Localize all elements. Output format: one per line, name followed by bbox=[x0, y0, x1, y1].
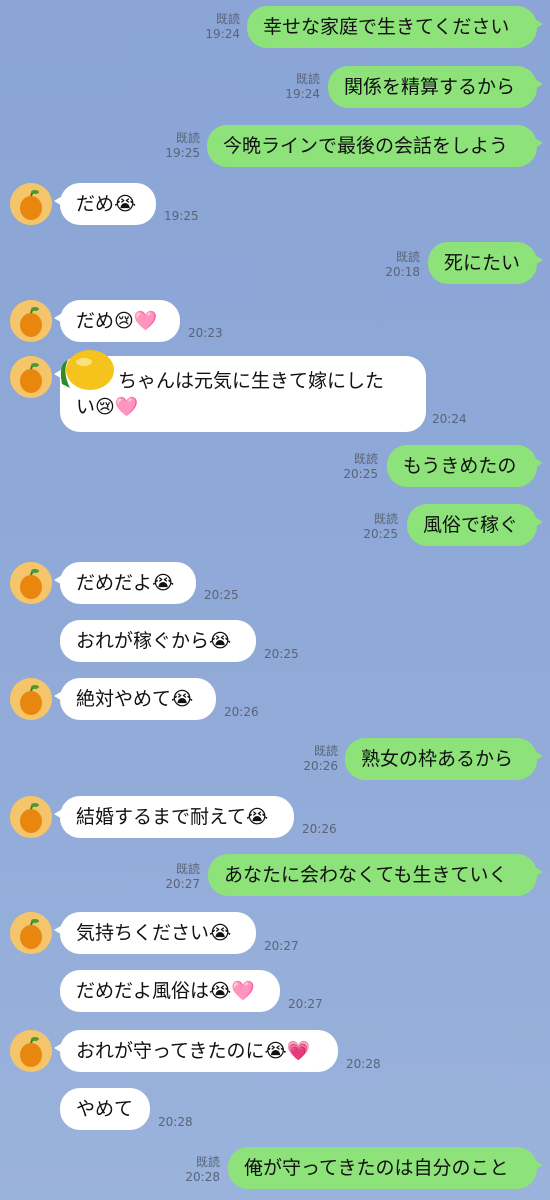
message-text: 気持ちください😭 bbox=[76, 922, 232, 944]
message-bubble-outgoing[interactable]: 幸せな家庭で生きてください bbox=[247, 6, 543, 48]
avatar[interactable] bbox=[10, 183, 52, 225]
timestamp: 20:18 bbox=[385, 265, 420, 279]
avatar[interactable] bbox=[10, 912, 52, 954]
message-bubble-incoming[interactable]: 結婚するまで耐えて😭 bbox=[54, 796, 294, 838]
read-receipt: 既読 bbox=[175, 131, 200, 145]
timestamp: 19:24 bbox=[205, 27, 240, 41]
message-text: もうきめたの bbox=[403, 455, 517, 477]
timestamp: 20:28 bbox=[185, 1170, 220, 1184]
message-text: 熟女の枠あるから bbox=[361, 748, 514, 770]
message-bubble-incoming[interactable]: 気持ちください😭 bbox=[54, 912, 256, 954]
timestamp: 20:24 bbox=[432, 412, 467, 426]
timestamp: 20:26 bbox=[302, 822, 337, 836]
read-receipt: 既読 bbox=[195, 1155, 220, 1169]
message-bubble-outgoing[interactable]: 今晩ラインで最後の会話をしよう bbox=[207, 125, 543, 167]
message-text-line: い😢🩷 bbox=[76, 396, 139, 418]
message-text: 死にたい bbox=[444, 252, 521, 274]
message-text: 俺が守ってきたのは自分のこと bbox=[244, 1157, 509, 1179]
message-bubble-incoming[interactable]: だめ😭 bbox=[54, 183, 156, 225]
avatar[interactable] bbox=[10, 1030, 52, 1072]
avatar[interactable] bbox=[10, 796, 52, 838]
avatar[interactable] bbox=[10, 356, 52, 398]
message-text-line: ちゃんは元気に生きて嫁にした bbox=[118, 370, 385, 392]
message-text: だめだよ風俗は😭🩷 bbox=[76, 980, 255, 1002]
message-bubble-incoming[interactable]: おれが稼ぐから😭 bbox=[60, 620, 256, 662]
message-bubble-incoming[interactable]: おれが守ってきたのに😭💗 bbox=[54, 1030, 338, 1072]
timestamp: 20:25 bbox=[363, 527, 398, 541]
read-receipt: 既読 bbox=[353, 452, 378, 466]
timestamp: 20:27 bbox=[288, 997, 323, 1011]
chat-screen: { "messages": [ {"dir":"out","text":"幸せな… bbox=[0, 0, 550, 1200]
message-text: あなたに会わなくても生きていく bbox=[224, 864, 508, 886]
message-bubble-incoming[interactable]: やめて bbox=[60, 1088, 150, 1130]
avatar[interactable] bbox=[10, 300, 52, 342]
message-text: 幸せな家庭で生きてください bbox=[263, 16, 510, 38]
message-bubble-outgoing[interactable]: 死にたい bbox=[428, 242, 543, 284]
message-bubble-incoming[interactable]: だめ😢🩷 bbox=[54, 300, 180, 342]
timestamp: 20:28 bbox=[158, 1115, 193, 1129]
message-bubble-outgoing[interactable]: 熟女の枠あるから bbox=[345, 738, 543, 780]
read-receipt: 既読 bbox=[295, 72, 320, 86]
read-receipt: 既読 bbox=[313, 744, 338, 758]
message-bubble-outgoing[interactable]: 関係を精算するから bbox=[328, 66, 543, 108]
message-text: だめ😭 bbox=[76, 193, 137, 215]
message-text: 結婚するまで耐えて😭 bbox=[76, 806, 269, 828]
message-text: 絶対やめて😭 bbox=[76, 688, 194, 710]
message-bubble-incoming[interactable]: だめだよ風俗は😭🩷 bbox=[60, 970, 280, 1012]
message-bubble-outgoing[interactable]: あなたに会わなくても生きていく bbox=[208, 854, 543, 896]
message-text: 今晩ラインで最後の会話をしよう bbox=[223, 135, 509, 157]
timestamp: 20:25 bbox=[264, 647, 299, 661]
message-bubble-incoming[interactable]: だめだよ😭 bbox=[54, 562, 196, 604]
message-bubble-outgoing[interactable]: もうきめたの bbox=[387, 445, 543, 487]
avatar[interactable] bbox=[10, 562, 52, 604]
message-text: おれが守ってきたのに😭💗 bbox=[76, 1040, 311, 1062]
timestamp: 20:26 bbox=[303, 759, 338, 773]
timestamp: 20:28 bbox=[346, 1057, 381, 1071]
timestamp: 20:27 bbox=[264, 939, 299, 953]
timestamp: 20:26 bbox=[224, 705, 259, 719]
timestamp: 20:23 bbox=[188, 326, 223, 340]
message-bubble-incoming[interactable]: 絶対やめて😭 bbox=[54, 678, 216, 720]
timestamp: 20:27 bbox=[165, 877, 200, 891]
message-text: だめだよ😭 bbox=[76, 572, 175, 594]
read-receipt: 既読 bbox=[175, 862, 200, 876]
timestamp: 20:25 bbox=[204, 588, 239, 602]
message-bubble-outgoing[interactable]: 俺が守ってきたのは自分のこと bbox=[228, 1147, 543, 1189]
message-text: やめて bbox=[76, 1098, 134, 1120]
avatar[interactable] bbox=[10, 678, 52, 720]
timestamp: 20:25 bbox=[343, 467, 378, 481]
message-bubble-outgoing[interactable]: 風俗で稼ぐ bbox=[407, 504, 543, 546]
message-text: だめ😢🩷 bbox=[76, 310, 158, 332]
timestamp: 19:25 bbox=[165, 146, 200, 160]
message-text: 風俗で稼ぐ bbox=[423, 514, 519, 536]
read-receipt: 既読 bbox=[373, 512, 398, 526]
read-receipt: 既読 bbox=[215, 12, 240, 26]
timestamp: 19:24 bbox=[285, 87, 320, 101]
read-receipt: 既読 bbox=[395, 250, 420, 264]
message-text: 関係を精算するから bbox=[344, 76, 516, 98]
message-text: おれが稼ぐから😭 bbox=[76, 630, 232, 652]
timestamp: 19:25 bbox=[164, 209, 199, 223]
lemon-emoji-icon bbox=[60, 350, 114, 390]
